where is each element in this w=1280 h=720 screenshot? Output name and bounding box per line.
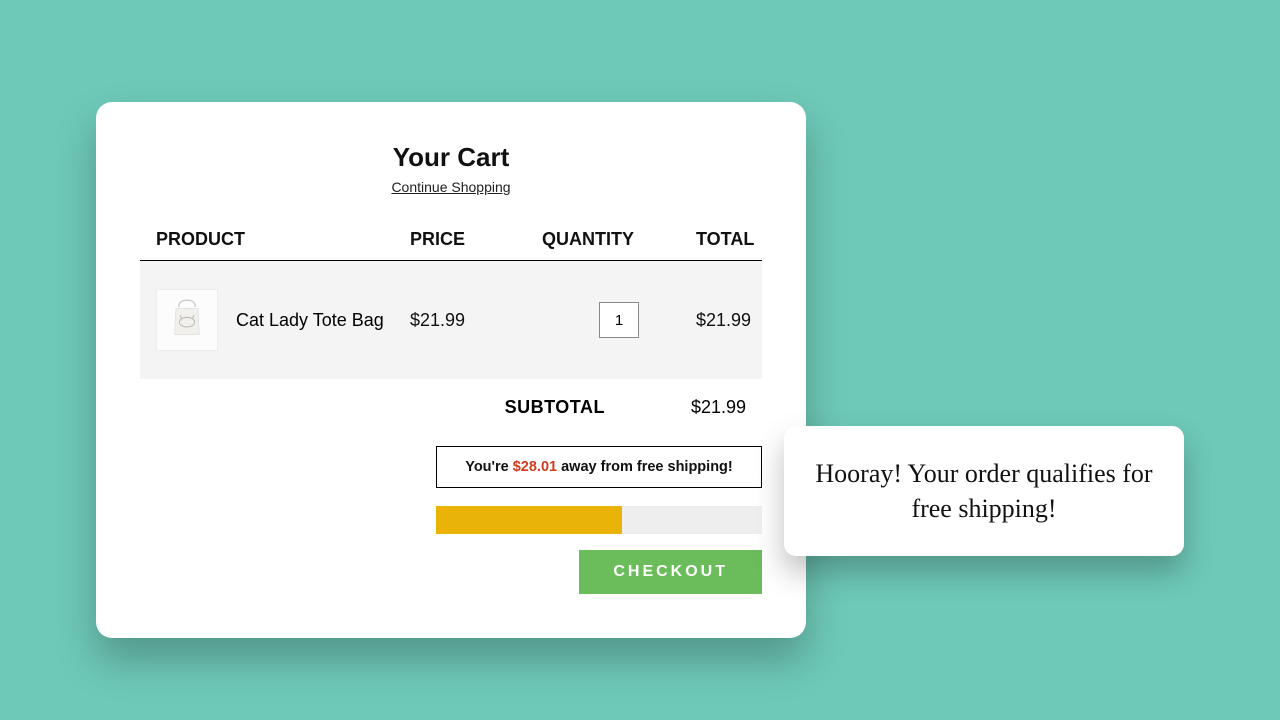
free-shipping-toast: Hooray! Your order qualifies for free sh… bbox=[784, 426, 1184, 556]
checkout-button[interactable]: CHECKOUT bbox=[579, 550, 762, 594]
col-header-product: PRODUCT bbox=[156, 229, 410, 250]
product-name: Cat Lady Tote Bag bbox=[236, 310, 384, 331]
subtotal-row: SUBTOTAL $21.99 bbox=[140, 379, 762, 418]
continue-shopping-link[interactable]: Continue Shopping bbox=[140, 179, 762, 195]
table-header: PRODUCT PRICE QUANTITY TOTAL bbox=[140, 229, 762, 261]
tote-bag-icon bbox=[165, 296, 209, 345]
product-price: $21.99 bbox=[410, 310, 542, 331]
ship-msg-amount: $28.01 bbox=[513, 459, 557, 475]
product-thumbnail bbox=[156, 289, 218, 351]
col-header-total: TOTAL bbox=[696, 229, 754, 250]
ship-msg-prefix: You're bbox=[465, 459, 513, 475]
quantity-cell bbox=[542, 302, 696, 338]
col-header-quantity: QUANTITY bbox=[542, 229, 696, 250]
subtotal-label: SUBTOTAL bbox=[505, 397, 605, 418]
cart-title: Your Cart bbox=[140, 142, 762, 173]
product-total: $21.99 bbox=[696, 310, 751, 331]
table-row: Cat Lady Tote Bag $21.99 $21.99 bbox=[140, 261, 762, 379]
cart-table: PRODUCT PRICE QUANTITY TOTAL C bbox=[140, 229, 762, 379]
free-shipping-message: You're $28.01 away from free shipping! bbox=[436, 446, 762, 488]
progress-fill bbox=[436, 506, 622, 534]
ship-msg-suffix: away from free shipping! bbox=[557, 459, 733, 475]
free-shipping-progress bbox=[436, 506, 762, 534]
quantity-input[interactable] bbox=[599, 302, 639, 338]
cart-card: Your Cart Continue Shopping PRODUCT PRIC… bbox=[96, 102, 806, 638]
col-header-price: PRICE bbox=[410, 229, 542, 250]
product-cell: Cat Lady Tote Bag bbox=[156, 289, 410, 351]
subtotal-value: $21.99 bbox=[691, 397, 746, 418]
